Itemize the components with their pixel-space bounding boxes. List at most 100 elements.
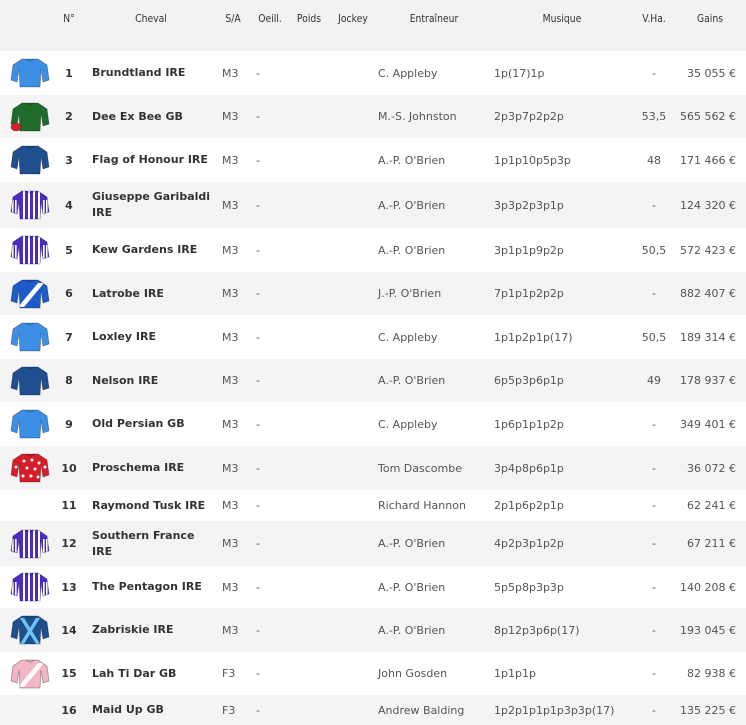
- form-record: 7p1p1p2p2p: [494, 287, 564, 300]
- form-record: 6p5p3p6p1p: [494, 374, 564, 387]
- weight: [290, 138, 328, 182]
- horse-name[interactable]: Raymond Tusk IRE: [86, 490, 216, 521]
- horse-name[interactable]: Proschema IRE: [86, 446, 216, 490]
- runner-number: 6: [65, 287, 73, 300]
- silk-cell: [0, 95, 52, 138]
- trainer-name: C. Appleby: [378, 330, 438, 344]
- handicap-value: 50,5: [641, 243, 667, 257]
- column-header-num[interactable]: N°: [54, 0, 84, 51]
- column-header-gains[interactable]: Gains: [678, 0, 741, 51]
- column-header-jockey[interactable]: Jockey: [331, 0, 375, 51]
- silk-cell: [0, 182, 52, 228]
- horse-name[interactable]: Maid Up GB: [86, 695, 216, 725]
- weight: [290, 359, 328, 402]
- horse-name[interactable]: Brundtland IRE: [86, 51, 216, 95]
- horse-name[interactable]: Lah Ti Dar GB: [86, 652, 216, 695]
- table-row[interactable]: 9 Old Persian GB M3 - C. Appleby 1p6p1p1p2p - 3…: [0, 402, 746, 446]
- blinkers: -: [256, 499, 260, 512]
- table-row[interactable]: 11 Raymond Tusk IRE M3 - Richard Hannon 2p1p6…: [0, 490, 746, 521]
- column-header-vha[interactable]: V.Ha.: [636, 0, 671, 51]
- blinkers: -: [256, 537, 260, 550]
- table-row[interactable]: 14 Zabriskie IRE M3 - A.-P. O'Brien 8p12p3p6p…: [0, 608, 746, 652]
- table-row[interactable]: 1 Brundtland IRE M3 - C. Appleby 1p(17)1p - 35 …: [0, 51, 746, 95]
- table-row[interactable]: 10 Proschema IRE M3 - Tom Dascombe 3p4p8p6p1p…: [0, 446, 746, 490]
- horse-name[interactable]: Southern France IRE: [86, 521, 216, 566]
- trainer-name: C. Appleby: [378, 417, 438, 431]
- column-header-poids[interactable]: Poids: [292, 0, 325, 51]
- blinkers: -: [256, 198, 260, 212]
- form-record: 1p(17)1p: [494, 66, 545, 80]
- form-record: 3p1p1p9p2p: [494, 243, 564, 257]
- jockey-name: [328, 272, 378, 315]
- table-row[interactable]: 13 The Pentagon IRE M3 - A.-P. O'Brien 5p5p8p…: [0, 566, 746, 608]
- earnings: 140 208 €: [680, 580, 736, 594]
- horse-name[interactable]: Giuseppe Garibaldi IRE: [86, 182, 216, 228]
- blue-crossbelts-silk-icon: [10, 615, 50, 645]
- table-row[interactable]: 16 Maid Up GB F3 - Andrew Balding 1p2p1p1p1p3…: [0, 695, 746, 725]
- handicap-value: 49: [647, 374, 661, 387]
- blinkers: -: [256, 623, 260, 637]
- weight: [290, 608, 328, 652]
- blinkers: -: [256, 66, 260, 80]
- form-record: 4p2p3p1p2p: [494, 537, 564, 550]
- weight: [290, 51, 328, 95]
- earnings: 82 938 €: [687, 667, 736, 680]
- table-row[interactable]: 6 Latrobe IRE M3 - J.-P. O'Brien 7p1p1p2p2p - 8…: [0, 272, 746, 315]
- column-header-cheval[interactable]: Cheval: [94, 0, 208, 51]
- trainer-name: Tom Dascombe: [378, 461, 462, 475]
- runner-number: 3: [65, 153, 73, 167]
- horse-name[interactable]: Dee Ex Bee GB: [86, 95, 216, 138]
- silk-cell: [0, 138, 52, 182]
- table-row[interactable]: 15 Lah Ti Dar GB F3 - John Gosden 1p1p1p - 82 9…: [0, 652, 746, 695]
- table-row[interactable]: 12 Southern France IRE M3 - A.-P. O'Brien 4p2…: [0, 521, 746, 566]
- table-row[interactable]: 3 Flag of Honour IRE M3 - A.-P. O'Brien 1p1p1…: [0, 138, 746, 182]
- weight: [290, 695, 328, 725]
- silk-cell: [0, 272, 52, 315]
- table-row[interactable]: 7 Loxley IRE M3 - C. Appleby 1p1p2p1p(17) 50,5…: [0, 315, 746, 359]
- horse-name[interactable]: Nelson IRE: [86, 359, 216, 402]
- blue-white-sash-silk-icon: [10, 279, 50, 308]
- table-row[interactable]: 5 Kew Gardens IRE M3 - A.-P. O'Brien 3p1p1p9p…: [0, 228, 746, 272]
- blinkers: -: [256, 330, 260, 344]
- weight: [290, 490, 328, 521]
- silk-cell: [0, 228, 52, 272]
- column-header-oeil[interactable]: Oeill.: [252, 0, 287, 51]
- table-row[interactable]: 8 Nelson IRE M3 - A.-P. O'Brien 6p5p3p6p1p 49 1…: [0, 359, 746, 402]
- sex-age: M3: [222, 66, 239, 80]
- purple-stripes-silk-icon: [10, 529, 50, 558]
- column-header-sa[interactable]: S/A: [218, 0, 248, 51]
- runner-number: 9: [65, 417, 73, 431]
- earnings: 36 072 €: [687, 461, 736, 475]
- trainer-name: A.-P. O'Brien: [378, 537, 446, 550]
- form-record: 3p3p2p3p1p: [494, 198, 564, 212]
- form-record: 3p4p8p6p1p: [494, 461, 564, 475]
- runner-number: 13: [61, 580, 77, 594]
- horse-name[interactable]: Flag of Honour IRE: [86, 138, 216, 182]
- runner-number: 12: [61, 537, 77, 550]
- horse-name[interactable]: Loxley IRE: [86, 315, 216, 359]
- form-record: 2p1p6p2p1p: [494, 499, 564, 512]
- jockey-name: [328, 566, 378, 608]
- blinkers: -: [256, 243, 260, 257]
- column-header-entraineur[interactable]: Entraîneur: [385, 0, 484, 51]
- trainer-name: C. Appleby: [378, 66, 438, 80]
- table-row[interactable]: 4 Giuseppe Garibaldi IRE M3 - A.-P. O'Brien 3…: [0, 182, 746, 228]
- handicap-value: -: [652, 623, 656, 637]
- runner-number: 11: [61, 499, 77, 512]
- horse-name[interactable]: Latrobe IRE: [86, 272, 216, 315]
- runners-table: N° Cheval S/A Oeill. Poids Jockey Entraî…: [0, 0, 746, 725]
- horse-name[interactable]: Zabriskie IRE: [86, 608, 216, 652]
- handicap-value: 50,5: [641, 330, 667, 344]
- sex-age: M3: [222, 374, 239, 387]
- handicap-value: -: [652, 66, 656, 80]
- horse-name[interactable]: The Pentagon IRE: [86, 566, 216, 608]
- column-header-musique[interactable]: Musique: [499, 0, 626, 51]
- table-row[interactable]: 2 Dee Ex Bee GB M3 - M.-S. Johnston 2p3p7p2p2…: [0, 95, 746, 138]
- horse-name[interactable]: Old Persian GB: [86, 402, 216, 446]
- horse-name[interactable]: Kew Gardens IRE: [86, 228, 216, 272]
- earnings: 349 401 €: [680, 417, 736, 431]
- handicap-value: 48: [647, 153, 661, 167]
- weight: [290, 446, 328, 490]
- weight: [290, 95, 328, 138]
- runner-number: 10: [61, 461, 77, 475]
